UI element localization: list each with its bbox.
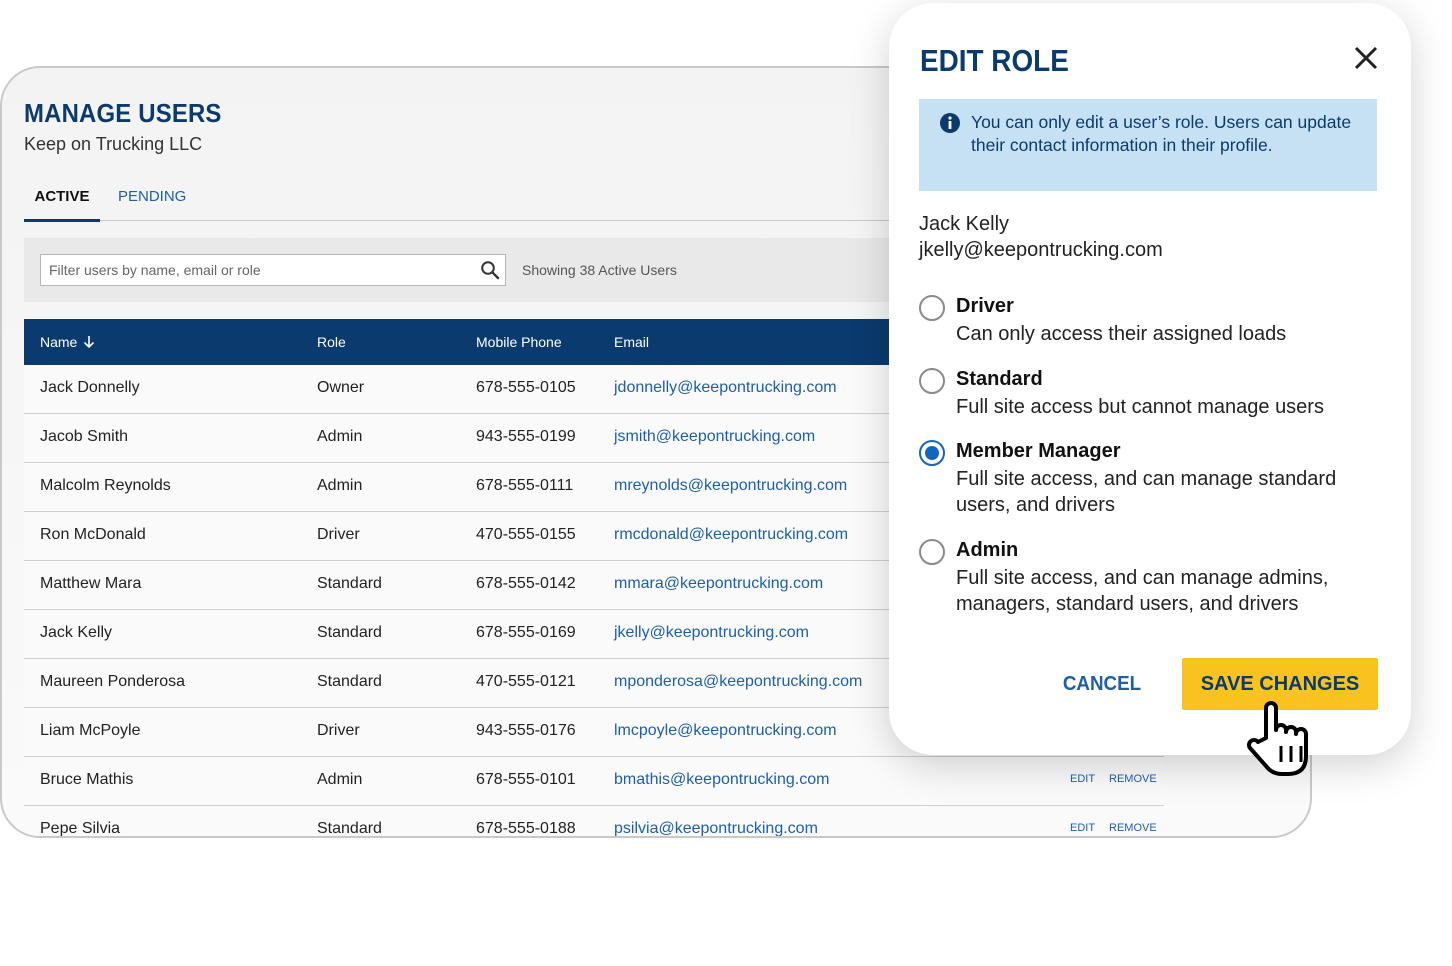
radio-member-manager[interactable] bbox=[919, 440, 945, 466]
user-name-cell: Bruce Mathis bbox=[40, 771, 134, 788]
user-phone-cell: 678-555-0188 bbox=[476, 820, 576, 837]
role-description: Full site access but cannot manage users bbox=[956, 396, 1324, 418]
user-name-cell: Maureen Ponderosa bbox=[40, 673, 185, 690]
role-title: Driver bbox=[956, 295, 1014, 317]
table-row: Bruce Mathis Admin 678-555-0101 bmathis@kee… bbox=[24, 757, 1164, 806]
user-email-link[interactable]: rmcdonald@keepontrucking.com bbox=[614, 526, 848, 544]
column-header-name-label: Name bbox=[40, 334, 78, 350]
user-name-cell: Jack Kelly bbox=[40, 624, 113, 641]
user-name: Jack Kelly bbox=[919, 213, 1010, 235]
modal-title: EDIT ROLE bbox=[920, 43, 1069, 78]
user-email: jkelly@keepontrucking.com bbox=[919, 239, 1163, 261]
user-role-cell: Driver bbox=[317, 722, 360, 739]
user-email-link[interactable]: jsmith@keepontrucking.com bbox=[614, 428, 815, 446]
tab-pending[interactable]: PENDING bbox=[118, 188, 186, 205]
role-title: Standard bbox=[956, 368, 1043, 390]
user-name-cell: Matthew Mara bbox=[40, 575, 142, 592]
user-role-cell: Standard bbox=[317, 673, 382, 690]
role-title: Member Manager bbox=[956, 440, 1121, 462]
user-phone-cell: 678-555-0105 bbox=[476, 379, 576, 396]
role-description: Full site access, and can manage admins,… bbox=[956, 567, 1329, 615]
info-icon bbox=[940, 113, 960, 133]
user-name-cell: Malcolm Reynolds bbox=[40, 477, 171, 494]
user-email-link[interactable]: mponderosa@keepontrucking.com bbox=[614, 673, 862, 691]
table-row: Pepe Silvia Standard 678-555-0188 psilvia@k… bbox=[24, 806, 1164, 837]
user-name-cell: Liam McPoyle bbox=[40, 722, 141, 739]
user-role-cell: Standard bbox=[317, 820, 382, 837]
page-title: MANAGE USERS bbox=[24, 98, 222, 128]
user-phone-cell: 470-555-0155 bbox=[476, 526, 576, 543]
column-header-name[interactable]: Name bbox=[40, 334, 95, 350]
remove-link[interactable]: REMOVE bbox=[1109, 773, 1157, 785]
column-header-role[interactable]: Role bbox=[317, 334, 346, 350]
user-phone-cell: 943-555-0199 bbox=[476, 428, 576, 445]
search-input[interactable] bbox=[40, 254, 506, 286]
user-role-cell: Owner bbox=[317, 379, 365, 396]
user-phone-cell: 678-555-0169 bbox=[476, 624, 576, 641]
close-icon[interactable] bbox=[1353, 45, 1379, 71]
cancel-button[interactable]: CANCEL bbox=[1050, 658, 1153, 710]
user-name-cell: Ron McDonald bbox=[40, 526, 146, 543]
user-phone-cell: 678-555-0142 bbox=[476, 575, 576, 592]
user-name-cell: Jacob Smith bbox=[40, 428, 129, 445]
info-banner: You can only edit a user’s role. Users c… bbox=[919, 99, 1377, 191]
user-name-cell: Pepe Silvia bbox=[40, 820, 121, 837]
hand-pointer-icon bbox=[1247, 701, 1308, 776]
role-description: Can only access their assigned loads bbox=[956, 323, 1287, 345]
role-title: Admin bbox=[956, 539, 1019, 561]
tab-active[interactable]: ACTIVE bbox=[24, 188, 100, 222]
user-email-link[interactable]: lmcpoyle@keepontrucking.com bbox=[614, 722, 837, 740]
radio-driver[interactable] bbox=[919, 295, 945, 321]
user-role-cell: Admin bbox=[317, 771, 363, 788]
column-header-phone[interactable]: Mobile Phone bbox=[476, 334, 562, 350]
user-phone-cell: 678-555-0101 bbox=[476, 771, 576, 788]
remove-link[interactable]: REMOVE bbox=[1109, 822, 1157, 834]
arrow-down-icon bbox=[84, 336, 95, 349]
edit-link[interactable]: EDIT bbox=[1070, 822, 1095, 834]
user-phone-cell: 470-555-0121 bbox=[476, 673, 576, 690]
user-email-link[interactable]: jkelly@keepontrucking.com bbox=[614, 624, 809, 642]
user-role-cell: Standard bbox=[317, 575, 382, 592]
user-name-cell: Jack Donnelly bbox=[40, 379, 140, 396]
user-email-link[interactable]: mmara@keepontrucking.com bbox=[614, 575, 823, 593]
edit-link[interactable]: EDIT bbox=[1070, 773, 1095, 785]
user-role-cell: Standard bbox=[317, 624, 382, 641]
radio-admin[interactable] bbox=[919, 539, 945, 565]
search-icon[interactable] bbox=[480, 260, 500, 280]
company-name: Keep on Trucking LLC bbox=[24, 134, 203, 154]
user-phone-cell: 943-555-0176 bbox=[476, 722, 576, 739]
info-text: You can only edit a user’s role. Users c… bbox=[971, 112, 1352, 155]
role-description: Full site access, and can manage standar… bbox=[956, 468, 1337, 516]
column-header-email[interactable]: Email bbox=[614, 334, 649, 350]
user-role-cell: Admin bbox=[317, 428, 363, 445]
user-email-link[interactable]: mreynolds@keepontrucking.com bbox=[614, 477, 847, 495]
user-email-link[interactable]: psilvia@keepontrucking.com bbox=[614, 820, 818, 836]
user-email-link[interactable]: bmathis@keepontrucking.com bbox=[614, 771, 829, 789]
user-role-cell: Driver bbox=[317, 526, 360, 543]
radio-standard[interactable] bbox=[919, 368, 945, 394]
user-phone-cell: 678-555-0111 bbox=[476, 477, 574, 494]
user-email-link[interactable]: jdonnelly@keepontrucking.com bbox=[614, 379, 837, 397]
user-count: Showing 38 Active Users bbox=[522, 262, 677, 278]
user-role-cell: Admin bbox=[317, 477, 363, 494]
edit-role-modal: EDIT ROLE You can only edit a user’s rol… bbox=[889, 3, 1411, 755]
